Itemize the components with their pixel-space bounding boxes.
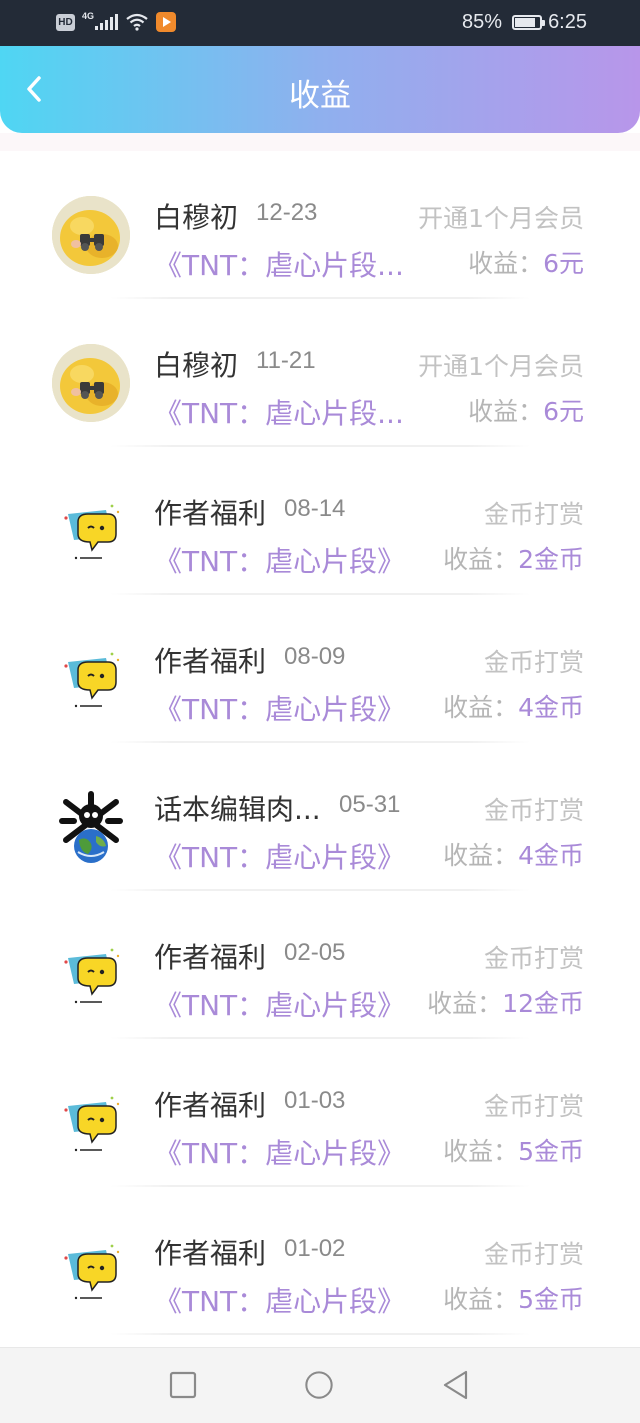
- clock: 6:25: [548, 11, 587, 33]
- sender-name: 作者福利: [154, 645, 267, 678]
- record-type: 金币打赏: [483, 796, 584, 825]
- income-value: 5金币: [518, 1137, 584, 1166]
- sender-name: 作者福利: [154, 1089, 267, 1122]
- record-date: 08-14: [284, 495, 346, 522]
- income-value: 5金币: [518, 1285, 584, 1314]
- income-amount: 收益：2金币: [443, 540, 584, 576]
- income-label: 收益：: [443, 841, 519, 870]
- avatar[interactable]: [52, 936, 130, 1014]
- avatar[interactable]: [52, 640, 130, 718]
- book-title-link[interactable]: 《TNT：虐心片段》: [154, 836, 405, 876]
- list-item[interactable]: 作者福利 08-09 金币打赏《TNT：虐心片段》 收益：4金币: [0, 595, 640, 743]
- record-type: 金币打赏: [483, 944, 584, 973]
- income-value: 6元: [543, 397, 584, 426]
- avatar[interactable]: [52, 1232, 130, 1310]
- app-header: 收益: [0, 46, 640, 133]
- battery-icon: [512, 15, 546, 30]
- list-item[interactable]: 话本编辑肉... 05-31 金币打赏《TNT：虐心片段》 收益：4金币: [0, 743, 640, 891]
- avatar[interactable]: [52, 788, 130, 866]
- income-amount: 收益：5金币: [443, 1280, 584, 1316]
- income-value: 4金币: [518, 841, 584, 870]
- list-item[interactable]: 白穆初 12-23 开通1个月会员 《TNT：虐心片段... 收益：6元: [0, 151, 640, 299]
- income-label: 收益：: [443, 1285, 519, 1314]
- sender-name: 话本编辑肉...: [154, 793, 321, 826]
- income-amount: 收益：4金币: [443, 688, 584, 724]
- avatar[interactable]: [52, 1084, 130, 1162]
- book-title-link[interactable]: 《TNT：虐心片段》: [154, 984, 405, 1024]
- list-item[interactable]: 白穆初 11-21 开通1个月会员 《TNT：虐心片段... 收益：6元: [0, 299, 640, 447]
- book-title-link[interactable]: 《TNT：虐心片段》: [154, 540, 405, 580]
- record-date: 01-03: [284, 1087, 346, 1114]
- income-value: 2金币: [518, 545, 584, 574]
- income-amount: 收益：6元: [468, 244, 584, 280]
- row-divider: [110, 1333, 530, 1335]
- list-item[interactable]: 作者福利 01-02 金币打赏《TNT：虐心片段》 收益：5金币: [0, 1187, 640, 1335]
- sender-name: 白穆初: [154, 201, 239, 234]
- avatar[interactable]: [52, 492, 130, 570]
- record-date: 02-05: [284, 939, 346, 966]
- income-amount: 收益：5金币: [443, 1132, 584, 1168]
- record-type: 金币打赏: [483, 1240, 584, 1269]
- record-type: 金币打赏: [483, 648, 584, 677]
- income-amount: 收益：6元: [468, 392, 584, 428]
- status-left-icons: HD 4G: [56, 11, 177, 32]
- income-value: 12金币: [502, 989, 584, 1018]
- book-title-link[interactable]: 《TNT：虐心片段...: [154, 244, 404, 284]
- list-item[interactable]: 作者福利 02-05 金币打赏《TNT：虐心片段》 收益：12金币: [0, 891, 640, 1039]
- record-date: 11-21: [256, 347, 316, 374]
- income-amount: 收益：4金币: [443, 836, 584, 872]
- book-title-link[interactable]: 《TNT：虐心片段...: [154, 392, 404, 432]
- book-title-link[interactable]: 《TNT：虐心片段》: [154, 688, 405, 728]
- battery-percent: 85%: [462, 11, 503, 33]
- book-title-link[interactable]: 《TNT：虐心片段》: [154, 1280, 405, 1320]
- list-item[interactable]: 作者福利 08-14 金币打赏《TNT：虐心片段》 收益：2金币: [0, 447, 640, 595]
- status-right: 85% 6:25: [462, 11, 587, 34]
- network-type-label: 4G: [82, 11, 95, 21]
- income-label: 收益：: [443, 693, 519, 722]
- back-triangle-icon[interactable]: [440, 1370, 470, 1400]
- record-type: 金币打赏: [483, 1092, 584, 1121]
- sender-name: 作者福利: [154, 941, 267, 974]
- avatar[interactable]: [52, 344, 130, 422]
- video-app-icon: [156, 12, 177, 32]
- income-label: 收益：: [443, 545, 519, 574]
- income-label: 收益：: [468, 397, 544, 426]
- book-title-link[interactable]: 《TNT：虐心片段》: [154, 1132, 405, 1172]
- list-item[interactable]: 作者福利 01-03 金币打赏《TNT：虐心片段》 收益：5金币: [0, 1039, 640, 1187]
- sender-name: 作者福利: [154, 1237, 267, 1270]
- avatar[interactable]: [52, 196, 130, 274]
- recent-apps-icon[interactable]: [168, 1370, 198, 1400]
- hd-icon: HD: [56, 13, 75, 31]
- sender-name: 白穆初: [154, 349, 239, 382]
- record-date: 05-31: [339, 791, 401, 818]
- income-label: 收益：: [443, 1137, 519, 1166]
- wifi-icon: [126, 13, 148, 31]
- system-nav-bar: [0, 1347, 640, 1423]
- record-date: 08-09: [284, 643, 346, 670]
- earnings-list: 白穆初 12-23 开通1个月会员 《TNT：虐心片段... 收益：6元 白穆初 11-21…: [0, 151, 640, 1335]
- income-value: 6元: [543, 249, 584, 278]
- income-label: 收益：: [427, 989, 503, 1018]
- income-value: 4金币: [518, 693, 584, 722]
- header-spacer: [0, 133, 640, 151]
- signal-icon: [95, 14, 119, 30]
- record-type: 开通1个月会员: [418, 204, 584, 233]
- record-date: 12-23: [256, 199, 318, 226]
- income-amount: 收益：12金币: [427, 984, 584, 1020]
- record-date: 01-02: [284, 1235, 346, 1262]
- status-bar: HD 4G 85% 6:25: [0, 0, 640, 46]
- record-type: 金币打赏: [483, 500, 584, 529]
- home-icon[interactable]: [304, 1370, 334, 1400]
- sender-name: 作者福利: [154, 497, 267, 530]
- income-label: 收益：: [468, 249, 544, 278]
- page-title: 收益: [289, 78, 351, 114]
- record-type: 开通1个月会员: [418, 352, 584, 381]
